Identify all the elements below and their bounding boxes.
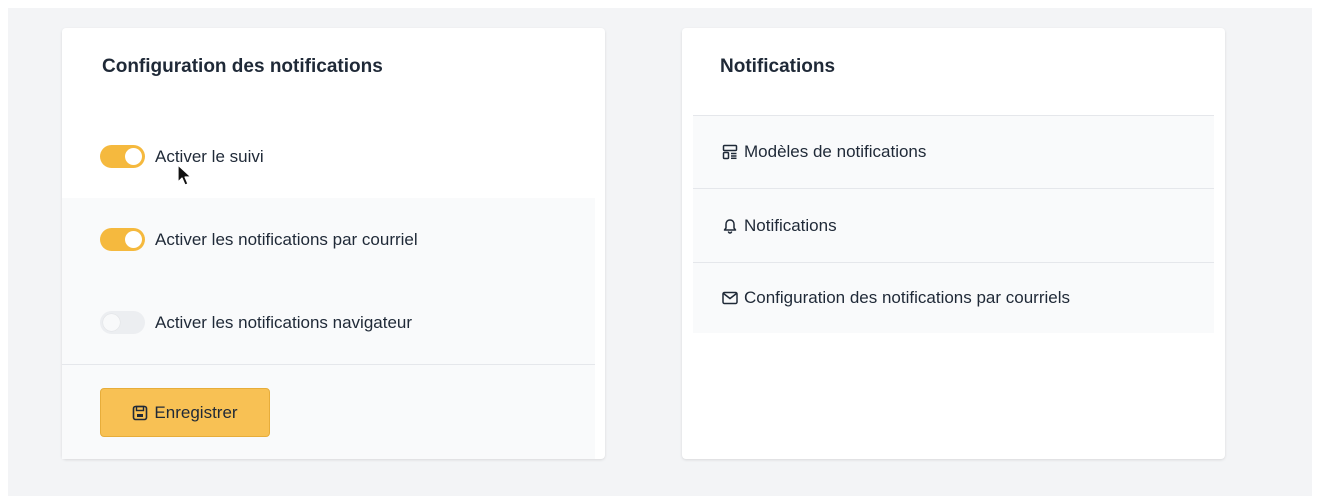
bell-icon bbox=[722, 218, 738, 234]
notifications-menu-card: Notifications Modèles de notifications N… bbox=[682, 28, 1225, 459]
save-icon bbox=[133, 405, 148, 420]
link-notifications[interactable]: Notifications bbox=[693, 189, 1214, 262]
toggle-knob bbox=[125, 148, 142, 165]
setting-row-email: Activer les notifications par courriel bbox=[62, 198, 595, 281]
setting-row-browser: Activer les notifications navigateur bbox=[62, 281, 595, 364]
save-button[interactable]: Enregistrer bbox=[100, 388, 270, 437]
toggle-knob bbox=[125, 231, 142, 248]
template-icon bbox=[722, 144, 738, 160]
toggle-email-notifications[interactable] bbox=[100, 228, 145, 251]
card-title: Notifications bbox=[720, 56, 836, 77]
notification-settings-card: Configuration des notifications Activer … bbox=[62, 28, 605, 459]
link-email-notification-settings[interactable]: Configuration des notifications par cour… bbox=[693, 263, 1214, 333]
setting-label: Activer le suivi bbox=[155, 146, 264, 166]
toggle-knob bbox=[103, 314, 120, 331]
setting-label: Activer les notifications par courriel bbox=[155, 229, 418, 249]
link-notification-templates[interactable]: Modèles de notifications bbox=[693, 116, 1214, 188]
setting-row-tracking: Activer le suivi bbox=[62, 115, 595, 198]
toggle-browser-notifications[interactable] bbox=[100, 311, 145, 334]
save-button-label: Enregistrer bbox=[154, 402, 238, 422]
link-label: Modèles de notifications bbox=[744, 142, 927, 161]
link-label: Notifications bbox=[744, 215, 837, 235]
mouse-cursor-icon bbox=[177, 164, 192, 186]
card-title: Configuration des notifications bbox=[102, 56, 383, 77]
setting-label: Activer les notifications navigateur bbox=[155, 312, 413, 332]
envelope-icon bbox=[722, 291, 738, 305]
link-label: Configuration des notifications par cour… bbox=[744, 288, 1071, 307]
toggle-tracking[interactable] bbox=[100, 145, 145, 168]
